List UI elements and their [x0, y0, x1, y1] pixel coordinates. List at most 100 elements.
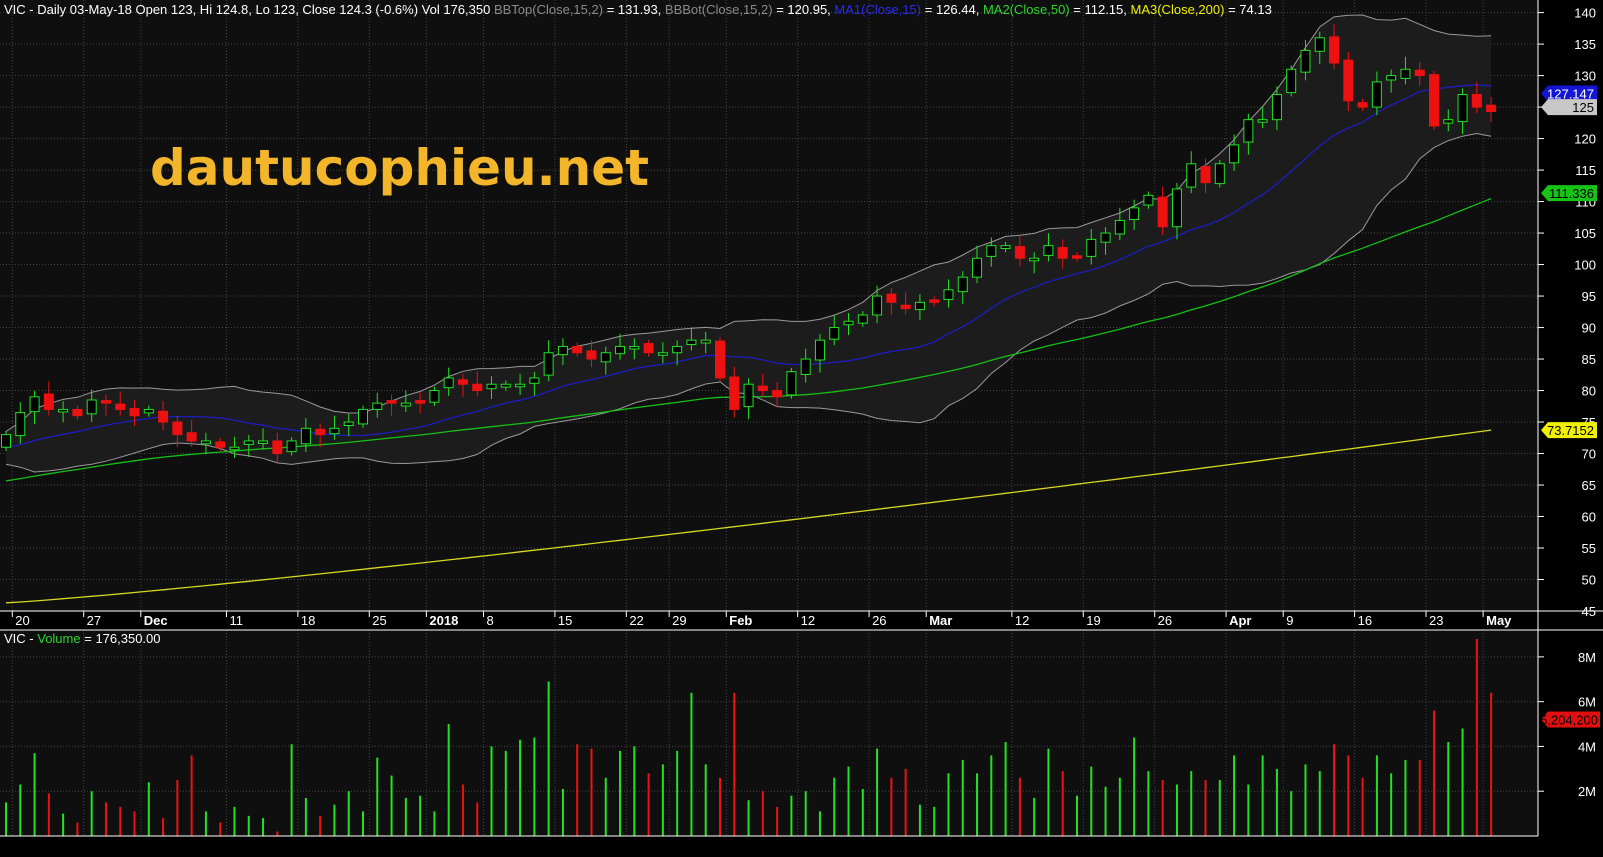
date-tick-label: Apr — [1229, 613, 1251, 628]
candle-body — [415, 400, 426, 404]
candle-body — [1200, 166, 1211, 184]
price-tick-label: 120 — [1574, 132, 1596, 147]
candle-body — [1257, 119, 1268, 123]
candle-body — [86, 399, 97, 415]
candle-body — [429, 390, 440, 403]
candle-body — [29, 396, 40, 413]
candle-body — [1086, 238, 1097, 257]
header-prefix: VIC - Daily 03-May-18 Open 123, Hi 124.8… — [4, 2, 494, 17]
candle-body — [657, 352, 668, 356]
chart-window: dautucophieu.net 45505560657075808590951… — [0, 0, 1603, 852]
volume-header-value: = 176,350.00 — [84, 631, 160, 646]
candle-body — [1429, 74, 1439, 127]
candle-body — [43, 393, 54, 410]
candle-body — [914, 301, 925, 311]
date-tick-label: 27 — [87, 613, 101, 628]
candle-body — [1229, 144, 1240, 164]
price-tick-label: 85 — [1582, 352, 1596, 367]
header-bbbot-label: BBBot(Close,15,2) — [665, 2, 773, 17]
date-tick-label: 20 — [15, 613, 29, 628]
candle-body — [315, 428, 326, 436]
candle-body — [1157, 196, 1168, 228]
date-tick-label: 15 — [558, 613, 572, 628]
candle-body — [1214, 163, 1225, 185]
price-marker-label: 125 — [1572, 100, 1594, 115]
date-tick-label: 26 — [872, 613, 886, 628]
candle-body — [1314, 37, 1325, 52]
volume-header-prefix: VIC - — [4, 631, 37, 646]
candle-body — [686, 339, 697, 346]
date-tick-label: 12 — [801, 613, 815, 628]
candle-body — [643, 343, 654, 354]
volume-tick-label: 2M — [1578, 784, 1596, 799]
candle-body — [515, 383, 526, 388]
date-tick-label: 18 — [301, 613, 315, 628]
date-tick-label: 23 — [1429, 613, 1443, 628]
candle-body — [1014, 246, 1025, 259]
candle-body — [929, 299, 940, 303]
date-tick-label: 25 — [372, 613, 386, 628]
volume-header-label: Volume — [37, 631, 80, 646]
chart-canvas[interactable]: dautucophieu.net 45505560657075808590951… — [0, 0, 1603, 852]
candle-body — [386, 400, 397, 404]
candle-body — [143, 408, 154, 414]
price-tick-label: 90 — [1582, 321, 1596, 336]
volume-marker-label: 5,204,200 — [1540, 712, 1598, 727]
candle-body — [457, 379, 468, 385]
candle-body — [715, 340, 725, 379]
candle-body — [1243, 119, 1254, 143]
candle-body — [486, 383, 497, 390]
candle-body — [1271, 93, 1282, 121]
candle-body — [343, 421, 354, 426]
date-tick-label: Dec — [144, 613, 168, 628]
candle-body — [700, 339, 711, 344]
price-tick-label: 100 — [1574, 258, 1596, 273]
candle-body — [972, 257, 983, 278]
candle-body — [786, 371, 797, 396]
candle-body — [358, 408, 368, 425]
candle-body — [729, 376, 740, 410]
candle-body — [15, 412, 26, 437]
candle-body — [1457, 93, 1468, 123]
date-tick-label: 16 — [1358, 613, 1372, 628]
candle-body — [286, 440, 297, 453]
candle-body — [943, 289, 954, 301]
candle — [786, 367, 797, 399]
candle-body — [757, 385, 768, 392]
candle-body — [186, 432, 197, 442]
candle-body — [1386, 75, 1397, 81]
candle-body — [400, 402, 411, 407]
candle-body — [529, 377, 540, 384]
candle-body — [1000, 245, 1011, 249]
candle-body — [200, 440, 211, 445]
candle-body — [772, 390, 783, 398]
candle-body — [1300, 49, 1311, 73]
candle-body — [557, 345, 568, 356]
header-ma2-label: MA2(Close,50) — [983, 2, 1070, 17]
price-tick-label: 140 — [1574, 6, 1596, 21]
price-tick-label: 45 — [1582, 604, 1596, 619]
header-bbtop-value: = 131.93, — [607, 2, 665, 17]
candle-body — [1100, 232, 1111, 243]
candle-body — [1143, 194, 1154, 206]
candle-body — [1371, 81, 1382, 108]
date-tick-label: Feb — [729, 613, 752, 628]
date-tick-label: Mar — [929, 613, 952, 628]
date-tick-label: 26 — [1158, 613, 1172, 628]
candle-body — [1329, 36, 1340, 64]
volume-header: VIC - Volume = 176,350.00 — [4, 631, 161, 646]
candle-body — [986, 245, 997, 257]
candle-body — [743, 383, 754, 408]
volume-tick-label: 8M — [1578, 650, 1596, 665]
candle-body — [272, 440, 283, 455]
candle-body — [1171, 188, 1182, 228]
candle-body — [572, 345, 583, 354]
volume-tick-label: 6M — [1578, 695, 1596, 710]
watermark: dautucophieu.net — [150, 139, 649, 197]
candle-body — [158, 410, 169, 423]
candle-body — [1114, 219, 1125, 235]
header-ma1-value: = 126.44, — [925, 2, 983, 17]
candle-body — [243, 440, 254, 445]
candle-body — [957, 276, 968, 293]
date-tick-label: 19 — [1086, 613, 1100, 628]
